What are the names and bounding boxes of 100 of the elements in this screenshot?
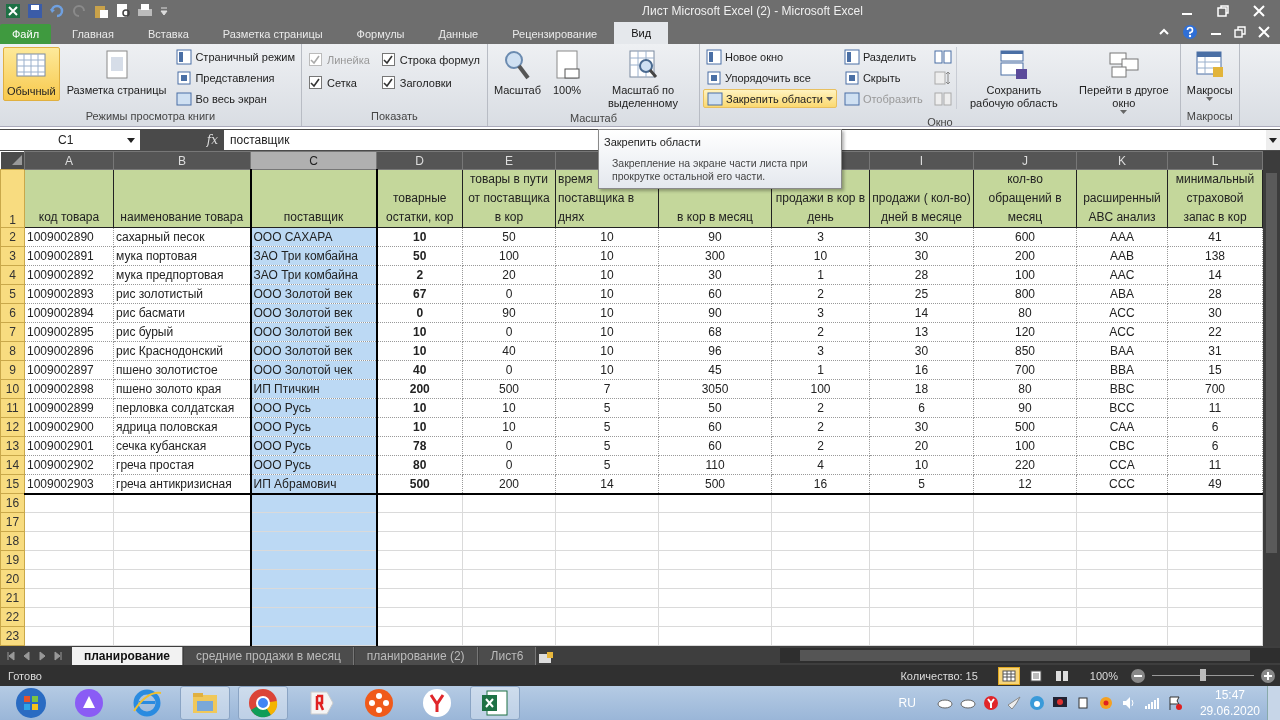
table-cell: 10 (555, 322, 659, 342)
table-cell: BBC (1076, 379, 1168, 399)
table-cell: 14 (1167, 265, 1263, 285)
table-cell: AAC (1076, 265, 1168, 285)
table-cell: BBA (1076, 360, 1168, 380)
table-cell: 18 (869, 379, 974, 399)
table-cell: 2 (771, 398, 870, 418)
table-cell: ACC (1076, 303, 1168, 323)
table-cell: ООО Золотой век (250, 322, 377, 342)
table-cell: 12 (973, 474, 1077, 494)
table-cell: 10 (462, 417, 556, 437)
group-label: Масштаб (568, 112, 618, 126)
table-cell: 2 (771, 417, 870, 437)
table-cell: 110 (658, 455, 772, 475)
table-cell: 0 (462, 455, 556, 475)
table-cell: 600 (973, 227, 1077, 247)
clock-time: 15:47 (1214, 687, 1245, 703)
table-cell: 16 (869, 360, 974, 380)
checkbox-label: Линейка (326, 53, 370, 66)
table-cell: 30 (869, 227, 974, 247)
table-cell: ООО Золотой век (250, 284, 377, 304)
status-text: Готово (8, 669, 42, 682)
table-cell: 10 (555, 227, 659, 247)
table-cell: 10 (555, 360, 659, 380)
table-cell: 100 (973, 265, 1077, 285)
table-cell: 90 (658, 227, 772, 247)
table-cell: 7 (555, 379, 659, 399)
table-header-cell: кол-во обращений в месяц (973, 169, 1077, 228)
table-cell: 28 (869, 265, 974, 285)
tooltip-title: Закрепить области (604, 136, 702, 148)
table-cell: 300 (658, 246, 772, 266)
table-cell: CBC (1076, 436, 1168, 456)
table-cell: 5 (555, 436, 659, 456)
table-cell: 1 (771, 265, 870, 285)
table-cell: ООО Русь (250, 417, 377, 437)
table-cell: 16 (771, 474, 870, 494)
table-cell: 5 (555, 455, 659, 475)
table-cell: 500 (658, 474, 772, 494)
table-header-cell: код товара (24, 169, 114, 228)
table-cell: 60 (658, 284, 772, 304)
table-cell: 10 (555, 265, 659, 285)
table-cell: 3 (771, 227, 870, 247)
table-cell: 11 (1167, 455, 1263, 475)
clock-date: 29.06.2020 (1199, 703, 1260, 719)
table-cell: 10 (376, 417, 463, 437)
table-cell: 10 (555, 303, 659, 323)
table-cell: 80 (376, 455, 463, 475)
table-cell: 3 (771, 303, 870, 323)
table-cell: 6 (1167, 436, 1263, 456)
table-cell: 2 (771, 436, 870, 456)
table-cell: 40 (376, 360, 463, 380)
table-cell: 30 (869, 341, 974, 361)
table-cell: 60 (658, 417, 772, 437)
table-cell: 2 (376, 265, 463, 285)
table-cell: 45 (658, 360, 772, 380)
table-cell: ABA (1076, 284, 1168, 304)
table-header-cell: поставщик (250, 169, 377, 228)
table-cell: 0 (462, 284, 556, 304)
table-cell: 3 (771, 341, 870, 361)
table-cell: ЗАО Три комбайна (250, 265, 377, 285)
table-cell: 800 (973, 284, 1077, 304)
table-cell: ACC (1076, 322, 1168, 342)
table-cell: 14 (555, 474, 659, 494)
checkbox-label: Строка формул (399, 53, 480, 66)
table-cell: 1009002891 (24, 246, 114, 266)
table-cell: 10 (555, 341, 659, 361)
table-cell: 90 (973, 398, 1077, 418)
table-cell: ООО Золотой чек (250, 360, 377, 380)
table-cell: 100 (973, 436, 1077, 456)
table-cell: CCA (1076, 455, 1168, 475)
table-header-cell: товары в пути от поставщика в кор (462, 169, 556, 228)
table-cell: 0 (462, 322, 556, 342)
table-cell: 50 (376, 246, 463, 266)
table-cell: AAB (1076, 246, 1168, 266)
table-header-cell: наименование товара (113, 169, 251, 228)
table-cell: 1009002892 (24, 265, 114, 285)
table-cell: 4 (771, 455, 870, 475)
table-cell: 14 (869, 303, 974, 323)
table-cell: 10 (376, 398, 463, 418)
table-cell: 40 (462, 341, 556, 361)
table-header-cell: минимальный страховой запас в кор (1167, 169, 1263, 228)
table-cell: 41 (1167, 227, 1263, 247)
table-cell: CAA (1076, 417, 1168, 437)
table-header-cell: расширенный ABC анализ (1076, 169, 1168, 228)
table-cell: AAA (1076, 227, 1168, 247)
checkbox-label: Заголовки (399, 76, 452, 89)
table-cell: 90 (658, 303, 772, 323)
table-cell: 200 (376, 379, 463, 399)
table-cell: 500 (376, 474, 463, 494)
group-label: Окно (926, 116, 954, 128)
table-cell: ИП Абрамович (250, 474, 377, 494)
table-cell: 1009002898 (24, 379, 114, 399)
table-cell: CCC (1076, 474, 1168, 494)
table-cell: 0 (376, 303, 463, 323)
table-cell: 0 (462, 436, 556, 456)
table-cell: ООО Золотой век (250, 303, 377, 323)
table-cell: 1009002900 (24, 417, 114, 437)
table-cell: 5 (555, 417, 659, 437)
table-cell: 20 (869, 436, 974, 456)
table-cell: 15 (1167, 360, 1263, 380)
